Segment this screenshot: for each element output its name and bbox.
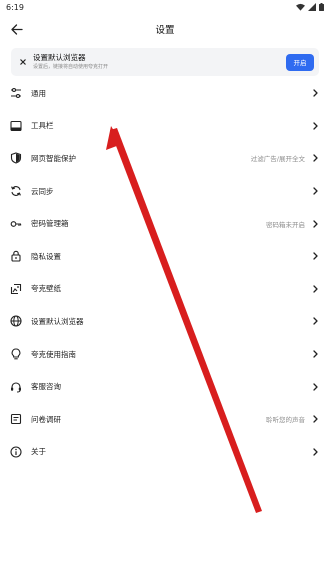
- settings-row[interactable]: 工具栏: [0, 110, 330, 143]
- settings-row-label: 设置默认浏览器: [31, 316, 84, 326]
- chevron-right-icon: [311, 414, 319, 424]
- settings-row[interactable]: 关于: [0, 436, 330, 469]
- lock-icon: [10, 250, 22, 262]
- chevron-right-icon: [311, 382, 319, 392]
- settings-row-label: 密码管理箱: [31, 219, 69, 229]
- battery-icon: [319, 3, 324, 11]
- settings-row-label: 隐私设置: [31, 251, 61, 261]
- chevron-right-icon: [311, 316, 319, 326]
- banner-text: 设置默认浏览器 设置后，链接将自动使用夸克打开: [33, 53, 286, 71]
- settings-row[interactable]: 客服咨询: [0, 370, 330, 403]
- settings-row-label: 问卷调研: [31, 414, 61, 424]
- chevron-right-icon: [311, 121, 319, 131]
- default-browser-banner: 设置默认浏览器 设置后，链接将自动使用夸克打开 开启: [11, 48, 319, 76]
- settings-row[interactable]: 密码管理箱 密码箱未开启: [0, 207, 330, 240]
- toolbar-icon: [10, 120, 22, 132]
- key-icon: [10, 218, 22, 230]
- settings-row[interactable]: 网页智能保护 过滤广告/展开全文: [0, 142, 330, 175]
- settings-row-label: 工具栏: [31, 121, 54, 131]
- settings-row-label: 客服咨询: [31, 382, 61, 392]
- sliders-icon: [10, 87, 22, 99]
- chevron-right-icon: [311, 88, 319, 98]
- settings-row[interactable]: 隐私设置: [0, 240, 330, 273]
- settings-row-label: 通用: [31, 88, 46, 98]
- header: 设置: [0, 14, 330, 44]
- chevron-right-icon: [311, 219, 319, 229]
- settings-row[interactable]: 通用: [0, 77, 330, 110]
- settings-row[interactable]: 云同步: [0, 175, 330, 208]
- headset-icon: [10, 381, 22, 393]
- survey-icon: [10, 413, 22, 425]
- enable-button[interactable]: 开启: [286, 53, 314, 71]
- settings-row[interactable]: 设置默认浏览器: [0, 305, 330, 338]
- arrow-left-icon: [11, 23, 23, 35]
- info-icon: [10, 446, 22, 458]
- status-icons: [296, 3, 324, 11]
- wallpaper-icon: [10, 283, 22, 295]
- shield-icon: [10, 152, 22, 165]
- globe-icon: [10, 315, 22, 328]
- settings-row[interactable]: 问卷调研 聆听您的声音: [0, 403, 330, 436]
- page-title: 设置: [155, 25, 175, 36]
- settings-row-label: 关于: [31, 447, 46, 457]
- settings-row-label: 夸克壁纸: [31, 284, 61, 294]
- chevron-right-icon: [311, 153, 319, 163]
- settings-row-value: 过滤广告/展开全文: [250, 155, 305, 164]
- signal-icon: [308, 3, 316, 11]
- status-time: 6:19: [6, 2, 24, 12]
- settings-row[interactable]: 夸克使用指南: [0, 338, 330, 371]
- back-button[interactable]: [8, 20, 26, 38]
- banner-title: 设置默认浏览器: [33, 53, 86, 62]
- status-bar: 6:19: [0, 0, 330, 14]
- wifi-icon: [296, 3, 305, 11]
- settings-row-value: 聆听您的声音: [266, 416, 305, 425]
- sync-icon: [10, 185, 22, 197]
- close-icon: [20, 59, 26, 65]
- settings-row-value: 密码箱未开启: [266, 220, 305, 229]
- chevron-right-icon: [311, 447, 319, 457]
- settings-row-label: 网页智能保护: [31, 153, 76, 163]
- lightbulb-icon: [10, 348, 22, 360]
- banner-subtitle: 设置后，链接将自动使用夸克打开: [33, 64, 109, 70]
- chevron-right-icon: [311, 251, 319, 261]
- settings-list: 通用工具栏网页智能保护 过滤广告/展开全文云同步密码管理箱 密码箱未开启隐私设置夸克…: [0, 77, 330, 468]
- chevron-right-icon: [311, 284, 319, 294]
- settings-row-label: 夸克使用指南: [31, 349, 76, 359]
- chevron-right-icon: [311, 186, 319, 196]
- chevron-right-icon: [311, 349, 319, 359]
- settings-row-label: 云同步: [31, 186, 54, 196]
- settings-row[interactable]: 夸克壁纸: [0, 273, 330, 306]
- banner-close-button[interactable]: [13, 59, 33, 65]
